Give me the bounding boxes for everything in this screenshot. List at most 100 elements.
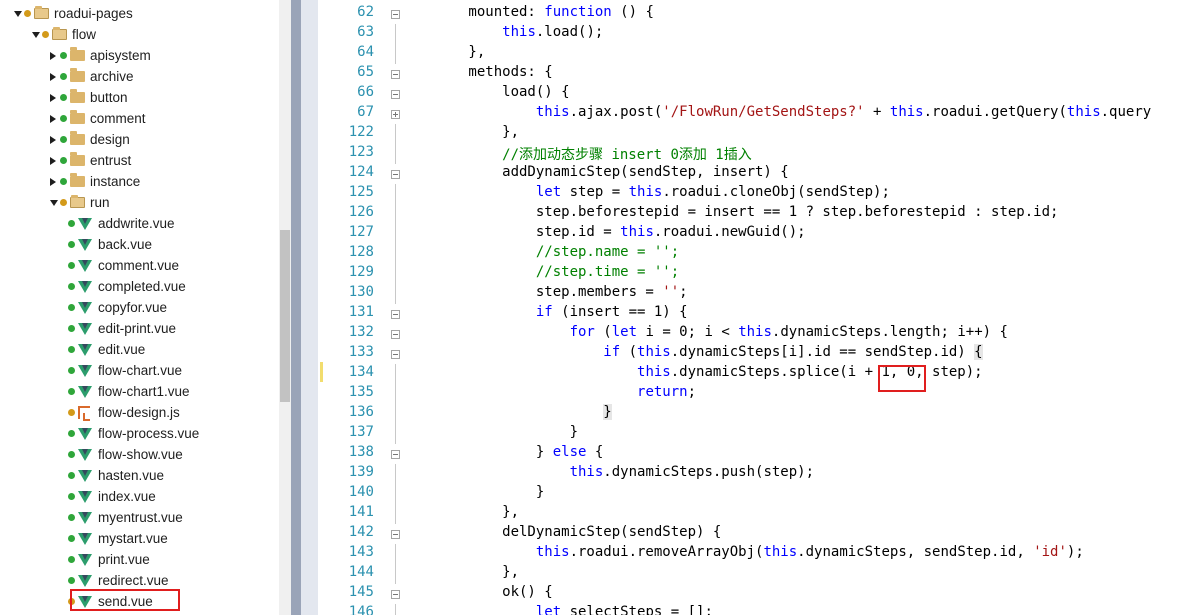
tree-file[interactable]: print.vue bbox=[0, 550, 280, 571]
tree-file[interactable]: flow-chart1.vue bbox=[0, 382, 280, 403]
tree-folder-archive[interactable]: archive bbox=[0, 67, 280, 88]
outline-guide bbox=[395, 204, 396, 224]
code-line[interactable]: if (this.dynamicSteps[i].id == sendStep.… bbox=[401, 344, 983, 360]
code-line[interactable]: this.dynamicSteps.push(step); bbox=[401, 464, 814, 480]
tree-folder-entrust[interactable]: entrust bbox=[0, 151, 280, 172]
tree-folder-design[interactable]: design bbox=[0, 130, 280, 151]
expand-fold-icon[interactable] bbox=[391, 110, 400, 119]
tree-file[interactable]: flow-chart.vue bbox=[0, 361, 280, 382]
code-line[interactable]: }, bbox=[401, 504, 519, 520]
code-line[interactable]: }, bbox=[401, 44, 485, 60]
collapse-fold-icon[interactable] bbox=[391, 330, 400, 339]
tree-file[interactable]: index.vue bbox=[0, 487, 280, 508]
code-line[interactable]: return; bbox=[401, 384, 696, 400]
code-line[interactable]: step.beforestepid = insert == 1 ? step.b… bbox=[401, 204, 1059, 220]
tree-folder-instance[interactable]: instance bbox=[0, 172, 280, 193]
tree-folder-apisystem[interactable]: apisystem bbox=[0, 46, 280, 67]
tree-file[interactable]: flow-process.vue bbox=[0, 424, 280, 445]
code-line[interactable]: mounted: function () { bbox=[401, 4, 654, 20]
line-number: 146 bbox=[348, 604, 374, 615]
tree-file[interactable]: edit-print.vue bbox=[0, 319, 280, 340]
code-line[interactable]: delDynamicStep(sendStep) { bbox=[401, 524, 721, 540]
expand-arrow-icon[interactable] bbox=[14, 11, 22, 17]
tree-file[interactable]: mystart.vue bbox=[0, 529, 280, 550]
vue-file-icon bbox=[78, 386, 92, 398]
tree-item-label: edit-print.vue bbox=[98, 321, 177, 336]
line-number: 143 bbox=[348, 544, 374, 560]
collapse-fold-icon[interactable] bbox=[391, 10, 400, 19]
code-line[interactable]: } bbox=[401, 404, 612, 420]
collapse-fold-icon[interactable] bbox=[391, 70, 400, 79]
tree-file[interactable]: myentrust.vue bbox=[0, 508, 280, 529]
outline-guide bbox=[395, 384, 396, 404]
code-token: () { bbox=[611, 4, 654, 20]
code-line[interactable]: load() { bbox=[401, 84, 570, 100]
tree-folder-run[interactable]: run bbox=[0, 193, 280, 214]
collapse-arrow-icon[interactable] bbox=[50, 73, 56, 81]
line-number: 140 bbox=[348, 484, 374, 500]
collapse-fold-icon[interactable] bbox=[391, 350, 400, 359]
collapse-arrow-icon[interactable] bbox=[50, 157, 56, 165]
code-line[interactable]: }, bbox=[401, 124, 519, 140]
tree-file[interactable]: edit.vue bbox=[0, 340, 280, 361]
collapse-arrow-icon[interactable] bbox=[50, 178, 56, 186]
tree-file[interactable]: flow-show.vue bbox=[0, 445, 280, 466]
tree-folder-comment[interactable]: comment bbox=[0, 109, 280, 130]
tree-file[interactable]: hasten.vue bbox=[0, 466, 280, 487]
code-line[interactable]: //step.time = ''; bbox=[401, 264, 679, 280]
code-line[interactable]: step.members = ''; bbox=[401, 284, 688, 300]
code-line[interactable]: step.id = this.roadui.newGuid(); bbox=[401, 224, 806, 240]
code-token: methods: { bbox=[401, 64, 553, 80]
collapse-arrow-icon[interactable] bbox=[50, 52, 56, 60]
tree-folder-roadui-pages[interactable]: roadui-pages bbox=[0, 4, 280, 25]
solution-explorer-tree: roadui-pages flow apisystem archive button co… bbox=[0, 0, 291, 615]
code-line[interactable]: if (insert == 1) { bbox=[401, 304, 688, 320]
expand-arrow-icon[interactable] bbox=[50, 200, 58, 206]
tree-folder-button[interactable]: button bbox=[0, 88, 280, 109]
code-line[interactable]: //step.name = ''; bbox=[401, 244, 679, 260]
code-line[interactable]: } bbox=[401, 424, 578, 440]
code-line[interactable]: for (let i = 0; i < this.dynamicSteps.le… bbox=[401, 324, 1008, 340]
code-token: load() { bbox=[401, 84, 570, 100]
code-line[interactable]: }, bbox=[401, 564, 519, 580]
tree-scrollbar-thumb[interactable] bbox=[280, 230, 290, 402]
collapse-arrow-icon[interactable] bbox=[50, 94, 56, 102]
tree-folder-flow[interactable]: flow bbox=[0, 25, 280, 46]
collapse-arrow-icon[interactable] bbox=[50, 115, 56, 123]
tree-file[interactable]: comment.vue bbox=[0, 256, 280, 277]
code-token: 'id' bbox=[1033, 544, 1067, 560]
tree-file[interactable]: copyfor.vue bbox=[0, 298, 280, 319]
code-token: .dynamicSteps.splice(i + 1, 0, step); bbox=[670, 364, 983, 380]
tree-file[interactable]: completed.vue bbox=[0, 277, 280, 298]
code-line[interactable]: this.load(); bbox=[401, 24, 603, 40]
collapse-fold-icon[interactable] bbox=[391, 310, 400, 319]
collapse-fold-icon[interactable] bbox=[391, 530, 400, 539]
expand-arrow-icon[interactable] bbox=[32, 32, 40, 38]
collapse-fold-icon[interactable] bbox=[391, 590, 400, 599]
code-token: .roadui.cloneObj(sendStep); bbox=[662, 184, 890, 200]
line-number: 126 bbox=[348, 204, 374, 220]
code-line[interactable]: this.roadui.removeArrayObj(this.dynamicS… bbox=[401, 544, 1084, 560]
code-line[interactable]: let step = this.roadui.cloneObj(sendStep… bbox=[401, 184, 890, 200]
code-line[interactable]: let selectSteps = []; bbox=[401, 604, 713, 615]
pane-splitter[interactable] bbox=[291, 0, 318, 615]
code-line[interactable]: } else { bbox=[401, 444, 603, 460]
code-line[interactable]: methods: { bbox=[401, 64, 553, 80]
code-editor[interactable]: 62 mounted: function () {63 this.load();… bbox=[318, 0, 1195, 615]
tree-scrollbar[interactable] bbox=[279, 0, 291, 615]
code-line[interactable]: ok() { bbox=[401, 584, 553, 600]
tree-file[interactable]: addwrite.vue bbox=[0, 214, 280, 235]
tree-file[interactable]: back.vue bbox=[0, 235, 280, 256]
code-token: //step.name = ''; bbox=[535, 244, 680, 260]
collapse-fold-icon[interactable] bbox=[391, 450, 400, 459]
tree-file[interactable]: flow-design.js bbox=[0, 403, 280, 424]
collapse-fold-icon[interactable] bbox=[391, 170, 400, 179]
collapse-arrow-icon[interactable] bbox=[50, 136, 56, 144]
code-line[interactable]: } bbox=[401, 484, 544, 500]
outline-guide bbox=[395, 124, 396, 144]
code-line[interactable]: this.ajax.post('/FlowRun/GetSendSteps?' … bbox=[401, 104, 1151, 120]
code-line[interactable]: //添加动态步骤 insert 0添加 1插入 bbox=[401, 144, 752, 164]
code-line[interactable]: addDynamicStep(sendStep, insert) { bbox=[401, 164, 789, 180]
collapse-fold-icon[interactable] bbox=[391, 90, 400, 99]
